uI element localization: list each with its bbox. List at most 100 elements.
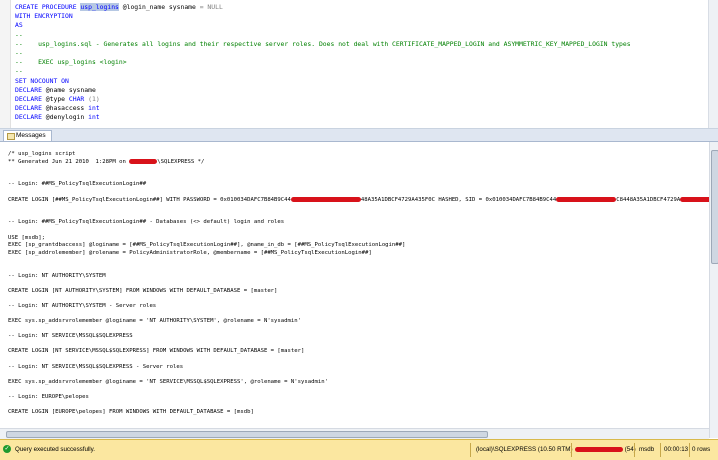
- scrollbar-thumb[interactable]: [711, 150, 718, 264]
- code-token: @type: [45, 95, 69, 104]
- code-token: @hasaccess: [45, 104, 89, 113]
- message-line: -- Login: NT SERVICE\MSSQL$SQLEXPRESS - …: [8, 364, 709, 372]
- message-line: [8, 257, 709, 265]
- message-text: EXEC sys.sp_addsrvrolemember @loginame =…: [8, 318, 301, 325]
- editor-scrollbar[interactable]: [708, 0, 718, 128]
- code-line: DECLARE @hasaccess int: [15, 104, 631, 113]
- code-token: DECLARE: [15, 104, 46, 113]
- status-rows: 0 rows: [692, 446, 711, 453]
- status-separator: [634, 443, 635, 457]
- code-token: usp_logins: [80, 3, 119, 11]
- code-line: SET NOCOUNT ON: [15, 77, 631, 86]
- messages-pane[interactable]: /* usp_logins script ** Generated Jun 21 …: [0, 142, 709, 438]
- status-elapsed: 00:00:13: [664, 446, 689, 453]
- code-token: SET NOCOUNT ON: [15, 76, 69, 85]
- message-text: [8, 227, 11, 233]
- message-line: ** Generated Jun 21 2010 1:28PM on \SQLE…: [8, 158, 709, 167]
- message-line: CREATE LOGIN [NT AUTHORITY\SYSTEM] FROM …: [8, 288, 709, 296]
- redaction-mark: [129, 158, 158, 164]
- message-text: [8, 326, 11, 332]
- message-line: [8, 402, 709, 410]
- message-line: [8, 265, 709, 273]
- message-text: CREATE LOGIN [NT AUTHORITY\SYSTEM] FROM …: [8, 287, 278, 294]
- code-line: DECLARE @denylogin int: [15, 113, 631, 122]
- code-token: @name sysname: [45, 85, 96, 94]
- status-database: msdb: [639, 446, 655, 453]
- message-text: [8, 212, 11, 218]
- message-text: [8, 356, 11, 362]
- message-line: EXEC [sp_addrolemember] @rolename = Poli…: [8, 250, 709, 258]
- code-token: DECLARE: [15, 95, 46, 104]
- code-token: AS: [15, 21, 23, 30]
- message-text: [8, 265, 11, 271]
- message-text: CREATE LOGIN [NT SERVICE\MSSQL$SQLEXPRES…: [8, 348, 305, 355]
- message-line: [8, 280, 709, 288]
- messages-output: /* usp_logins script ** Generated Jun 21 …: [8, 151, 709, 417]
- code-token: --: [15, 67, 23, 76]
- message-line: [8, 174, 709, 182]
- message-line: -- Login: NT AUTHORITY\SYSTEM - Server r…: [8, 303, 709, 311]
- message-line: /* usp_logins script: [8, 151, 709, 159]
- message-line: [8, 326, 709, 334]
- code-token: -- EXEC usp_logins <login>: [15, 58, 127, 67]
- code-token: int: [88, 104, 100, 113]
- message-text: -- Login: ##MS_PolicyTsqlExecutionLogin#…: [8, 181, 147, 188]
- messages-icon: [7, 133, 15, 140]
- messages-vertical-scrollbar[interactable]: [709, 142, 718, 438]
- code-line: DECLARE @type CHAR (1): [15, 95, 631, 104]
- message-line: EXEC sys.sp_addsrvrolemember @loginame =…: [8, 318, 709, 326]
- message-line: [8, 189, 709, 197]
- message-line: [8, 166, 709, 174]
- status-server: (local)\SQLEXPRESS (10.50 RTM): [476, 446, 573, 453]
- message-text: EXEC [sp_grantdbaccess] @loginame = [##M…: [8, 242, 406, 249]
- message-text: -- Login: NT AUTHORITY\SYSTEM - Server r…: [8, 302, 157, 309]
- status-separator: [660, 443, 661, 457]
- redaction-mark: [556, 196, 617, 202]
- message-line: CREATE LOGIN [##MS_PolicyTsqlExecutionLo…: [8, 196, 709, 205]
- message-line: CREATE LOGIN [EUROPE\pelopes] FROM WINDO…: [8, 409, 709, 417]
- redaction-mark: [290, 196, 361, 202]
- message-line: -- Login: NT SERVICE\MSSQL$SQLEXPRESS: [8, 333, 709, 341]
- message-text: -- Login: ##MS_PolicyTsqlExecutionLogin#…: [8, 219, 285, 226]
- message-line: -- Login: NT AUTHORITY\SYSTEM: [8, 273, 709, 281]
- editor-gutter: [0, 0, 11, 128]
- tab-messages-label: Messages: [16, 132, 46, 139]
- status-separator: [470, 443, 471, 457]
- message-line: [8, 341, 709, 349]
- message-text: \SQLEXPRESS */: [157, 158, 205, 165]
- code-line: -- EXEC usp_logins <login>: [15, 58, 631, 67]
- code-token: DECLARE: [15, 113, 46, 122]
- message-line: [8, 295, 709, 303]
- message-text: USE [msdb];: [8, 234, 46, 241]
- message-text: [8, 189, 11, 195]
- message-line: [8, 204, 709, 212]
- messages-horizontal-scrollbar[interactable]: [0, 428, 709, 439]
- hscrollbar-thumb[interactable]: [6, 431, 488, 438]
- code-token: --: [15, 49, 23, 58]
- message-line: [8, 227, 709, 235]
- tab-messages[interactable]: Messages: [3, 130, 52, 141]
- message-text: [8, 174, 11, 180]
- code-token: -- usp_logins.sql - Generates all logins…: [15, 39, 631, 48]
- status-user: (54): [575, 446, 636, 453]
- message-text: [8, 310, 11, 316]
- message-text: [8, 371, 11, 377]
- message-text: C8448A35A1DBCF4729A: [616, 196, 681, 203]
- message-text: ** Generated Jun 21 2010 1:28PM on: [8, 158, 130, 165]
- message-line: EXEC [sp_grantdbaccess] @loginame = [##M…: [8, 242, 709, 250]
- status-message: Query executed successfully.: [15, 446, 96, 453]
- message-line: [8, 310, 709, 318]
- sql-code[interactable]: CREATE PROCEDURE usp_logins @login_name …: [15, 3, 631, 123]
- message-text: [8, 166, 11, 172]
- message-text: [8, 280, 11, 286]
- code-token: --: [15, 30, 23, 39]
- code-line: --: [15, 49, 631, 58]
- code-token: DECLARE: [15, 85, 46, 94]
- message-line: [8, 386, 709, 394]
- message-text: -- Login: EUROPE\pelopes: [8, 394, 89, 400]
- success-check-icon: ✓: [3, 445, 11, 453]
- message-text: [8, 402, 11, 408]
- message-text: CREATE LOGIN [##MS_PolicyTsqlExecutionLo…: [8, 196, 291, 203]
- query-editor[interactable]: CREATE PROCEDURE usp_logins @login_name …: [0, 0, 718, 129]
- message-text: [8, 257, 11, 263]
